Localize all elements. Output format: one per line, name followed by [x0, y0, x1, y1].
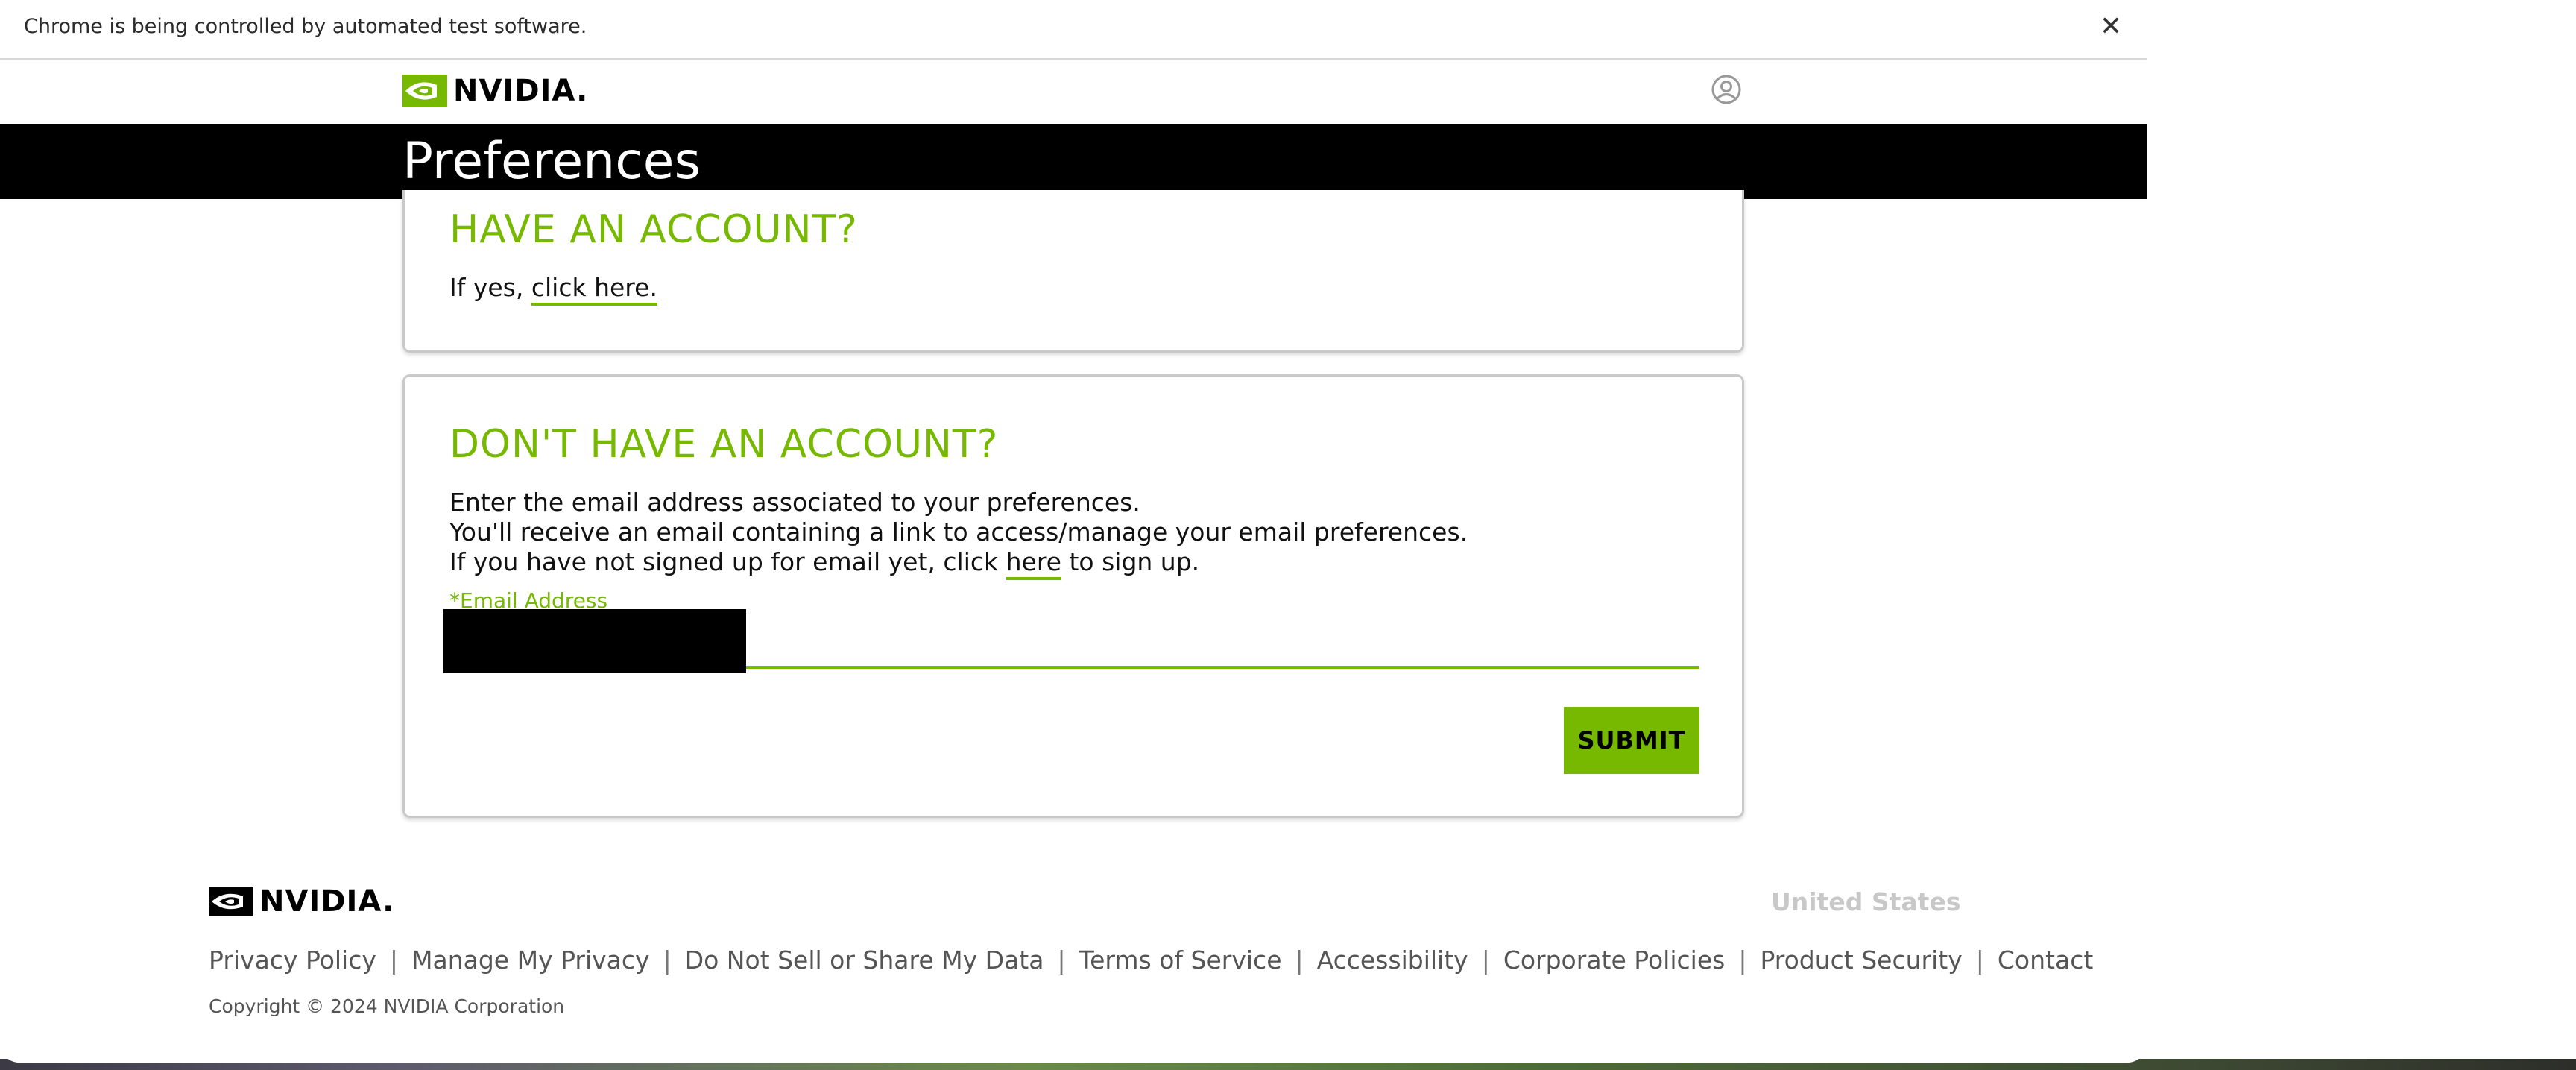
submit-button[interactable]: SUBMIT: [1564, 707, 1699, 774]
footer-logo-wordmark: NVIDIA.: [259, 884, 395, 919]
footer-separator: |: [1481, 945, 1490, 975]
redacted-email-value: [443, 609, 746, 673]
signup-here-link[interactable]: here: [1006, 547, 1061, 580]
footer-link-do-not-sell[interactable]: Do Not Sell or Share My Data: [685, 945, 1044, 975]
footer-link-product-security[interactable]: Product Security: [1760, 945, 1962, 975]
footer-separator: |: [663, 945, 672, 975]
footer-link-terms[interactable]: Terms of Service: [1079, 945, 1282, 975]
footer-links: Privacy Policy | Manage My Privacy | Do …: [209, 945, 2093, 975]
footer-separator: |: [1295, 945, 1304, 975]
title-band: Preferences: [0, 124, 2147, 199]
footer-separator: |: [1975, 945, 1984, 975]
automation-infobar: Chrome is being controlled by automated …: [0, 0, 2147, 60]
logo-wordmark: NVIDIA.: [453, 74, 589, 108]
description-line-1: Enter the email address associated to yo…: [449, 488, 1140, 517]
nvidia-eye-icon: [209, 887, 253, 916]
footer-separator: |: [389, 945, 399, 975]
close-icon[interactable]: ✕: [2094, 10, 2127, 43]
no-account-heading: DON'T HAVE AN ACCOUNT?: [449, 422, 999, 467]
nvidia-eye-icon: [402, 75, 447, 107]
footer-link-privacy-policy[interactable]: Privacy Policy: [209, 945, 376, 975]
have-account-prefix: If yes,: [449, 273, 531, 302]
nvidia-logo[interactable]: NVIDIA.: [402, 72, 588, 110]
click-here-link[interactable]: click here.: [531, 273, 657, 306]
site-header: NVIDIA.: [0, 60, 2147, 124]
have-account-text: If yes, click here.: [449, 273, 657, 306]
site-footer: NVIDIA. United States Privacy Policy | M…: [0, 841, 2147, 1063]
footer-separator: |: [1738, 945, 1747, 975]
right-background: [2147, 0, 2576, 1059]
signup-prefix: If you have not signed up for email yet,…: [449, 547, 1006, 576]
signup-suffix: to sign up.: [1061, 547, 1200, 576]
no-account-card: DON'T HAVE AN ACCOUNT? Enter the email a…: [402, 374, 1744, 818]
user-circle-icon[interactable]: [1711, 74, 1742, 105]
footer-nvidia-logo[interactable]: NVIDIA.: [209, 884, 394, 919]
browser-window: Chrome is being controlled by automated …: [0, 0, 2147, 1063]
description-line-2: You'll receive an email containing a lin…: [449, 517, 1468, 547]
footer-link-manage-privacy[interactable]: Manage My Privacy: [411, 945, 650, 975]
have-account-card: HAVE AN ACCOUNT? If yes, click here.: [402, 190, 1744, 353]
region-selector[interactable]: United States: [1771, 887, 1960, 916]
footer-separator: |: [1057, 945, 1066, 975]
have-account-heading: HAVE AN ACCOUNT?: [449, 207, 858, 252]
page-title: Preferences: [402, 132, 701, 191]
copyright-text: Copyright © 2024 NVIDIA Corporation: [209, 995, 565, 1017]
footer-link-contact[interactable]: Contact: [1998, 945, 2093, 975]
footer-link-accessibility[interactable]: Accessibility: [1317, 945, 1468, 975]
description-line-3: If you have not signed up for email yet,…: [449, 547, 1200, 580]
automation-notice: Chrome is being controlled by automated …: [24, 15, 587, 38]
footer-link-corporate-policies[interactable]: Corporate Policies: [1503, 945, 1726, 975]
